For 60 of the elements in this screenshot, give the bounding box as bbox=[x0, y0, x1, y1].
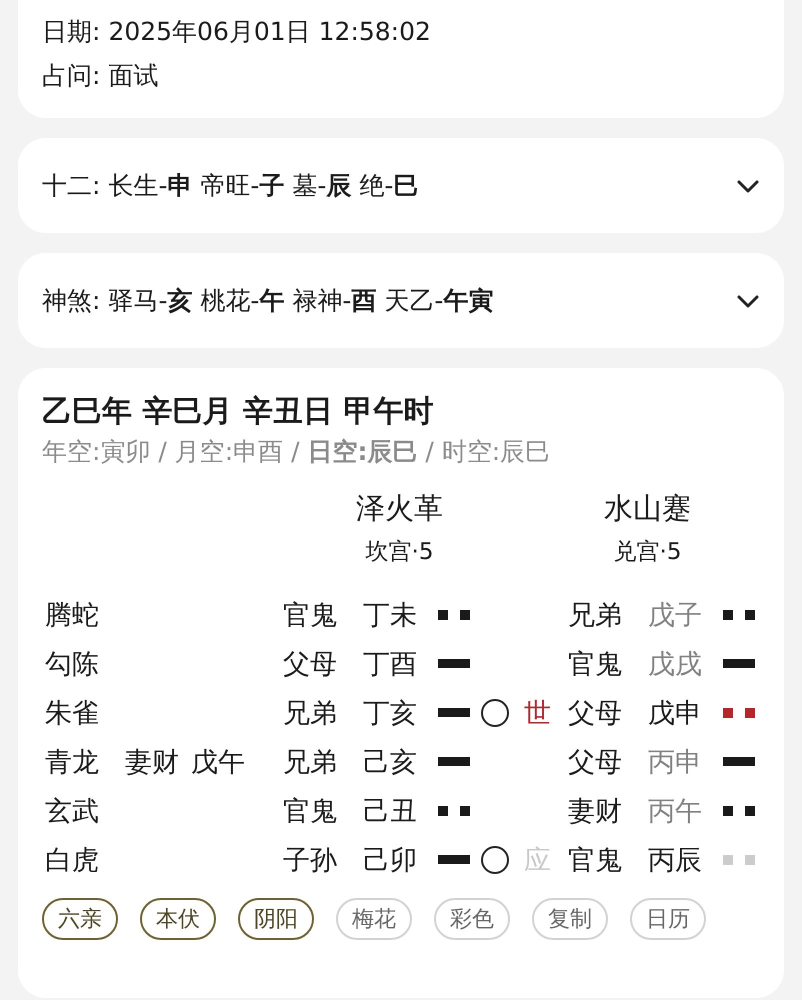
collapsible-panel[interactable]: 神煞: 驿马-亥 桃花-午 禄神-酉 天乙-午寅 bbox=[18, 253, 784, 348]
relation-label: 官鬼 bbox=[568, 844, 623, 878]
toggle-chip[interactable]: 阴阳 bbox=[238, 898, 314, 940]
hidden-branch: 戊午 bbox=[191, 746, 245, 780]
spirit-label: 青龙 bbox=[45, 746, 100, 780]
toggle-chip[interactable]: 复制 bbox=[532, 898, 608, 940]
chart-title: 乙巳年 辛巳月 辛丑日 甲午时 bbox=[42, 393, 434, 431]
branch-label: 丁未 bbox=[363, 598, 418, 632]
hidden-relation: 妻财 bbox=[125, 746, 179, 780]
branch-label: 己亥 bbox=[363, 746, 418, 780]
toggle-chip[interactable]: 梅花 bbox=[336, 898, 412, 940]
toggle-chip[interactable]: 彩色 bbox=[434, 898, 510, 940]
toggle-chip[interactable]: 本伏 bbox=[140, 898, 216, 940]
branch-label: 戊申 bbox=[648, 696, 703, 730]
branch-label: 丁酉 bbox=[363, 648, 418, 682]
branch-label: 丙申 bbox=[648, 746, 703, 780]
branch-label: 戊戌 bbox=[648, 648, 703, 682]
branch-label: 丁亥 bbox=[363, 696, 418, 730]
relation-label: 妻财 bbox=[568, 794, 623, 828]
field-value: 2025年06月01日 12:58:02 bbox=[108, 16, 431, 48]
branch-label: 己丑 bbox=[363, 794, 418, 828]
relation-label: 兄弟 bbox=[568, 598, 623, 632]
spirit-label: 玄武 bbox=[45, 794, 100, 828]
void-text: 年空:寅卯 / 月空:申酉 / 日空:辰巳 / 时空:辰巳 bbox=[42, 436, 552, 468]
spirit-label: 勾陈 bbox=[45, 648, 100, 682]
panel-text: 长生-申 帝旺-子 墓-辰 绝-巳 bbox=[108, 170, 420, 202]
relation-label: 兄弟 bbox=[283, 696, 338, 730]
palace-label: 坎宫·5 bbox=[366, 538, 434, 567]
relation-label: 官鬼 bbox=[283, 598, 338, 632]
spirit-label: 朱雀 bbox=[45, 696, 100, 730]
relation-label: 子孙 bbox=[283, 844, 338, 878]
relation-label: 父母 bbox=[283, 648, 338, 682]
panel-text: 驿马-亥 桃花-午 禄神-酉 天乙-午寅 bbox=[108, 285, 494, 317]
relation-label: 父母 bbox=[568, 746, 623, 780]
toggle-chip[interactable]: 六亲 bbox=[42, 898, 118, 940]
field-label: 占问: bbox=[42, 60, 100, 92]
chevron-icon[interactable] bbox=[736, 178, 760, 194]
toggle-chip[interactable]: 日历 bbox=[630, 898, 706, 940]
hexagram-name: 泽火革 bbox=[356, 490, 443, 527]
branch-label: 戊子 bbox=[648, 598, 703, 632]
collapsible-panel[interactable]: 十二: 长生-申 帝旺-子 墓-辰 绝-巳 bbox=[18, 138, 784, 233]
yin-line bbox=[438, 610, 470, 620]
palace-label: 兑宫·5 bbox=[614, 538, 682, 567]
relation-label: 官鬼 bbox=[283, 794, 338, 828]
chevron-icon[interactable] bbox=[736, 292, 760, 308]
relation-label: 父母 bbox=[568, 696, 623, 730]
relation-label: 官鬼 bbox=[568, 648, 623, 682]
panel-label: 十二: bbox=[42, 170, 100, 202]
panel-label: 神煞: bbox=[42, 285, 100, 317]
yin-line bbox=[438, 806, 470, 816]
position-marker: 世 bbox=[524, 696, 551, 730]
field-label: 日期: bbox=[42, 16, 100, 48]
branch-label: 丙辰 bbox=[648, 844, 703, 878]
hexagram-name: 水山蹇 bbox=[604, 490, 691, 527]
relation-label: 兄弟 bbox=[283, 746, 338, 780]
branch-label: 丙午 bbox=[648, 794, 703, 828]
spirit-label: 腾蛇 bbox=[45, 598, 100, 632]
field-value: 面试 bbox=[108, 60, 158, 92]
spirit-label: 白虎 bbox=[45, 844, 100, 878]
branch-label: 己卯 bbox=[363, 844, 418, 878]
